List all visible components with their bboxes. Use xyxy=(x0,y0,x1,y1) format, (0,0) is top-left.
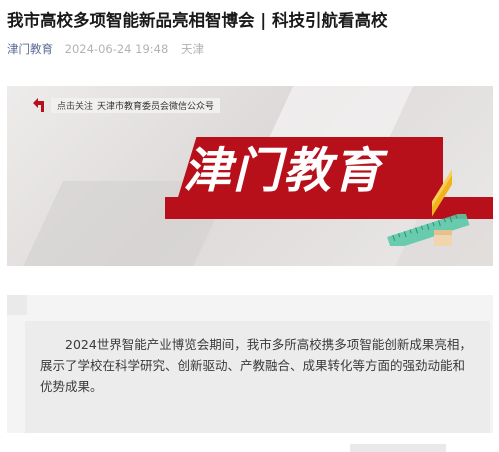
bottom-decoration xyxy=(350,444,446,452)
intro-paragraph: 2024世界智能产业博览会期间，我市多所高校携多项智能创新成果亮相，展示了学校在… xyxy=(40,337,472,394)
follow-notice[interactable]: 点击关注 天津市教育委员会微信公众号 xyxy=(31,94,253,116)
publish-date: 2024-06-24 19:48 xyxy=(64,42,169,56)
ruler-icon xyxy=(387,214,470,246)
brand-logo-text: 津门教育 xyxy=(183,143,384,199)
follow-notice-box: 点击关注 天津市教育委员会微信公众号 xyxy=(51,97,221,113)
eraser-icon xyxy=(434,230,452,246)
intro-box-corner xyxy=(7,295,27,315)
follow-notice-prefix: 点击关注 xyxy=(57,101,94,112)
article-title: 我市高校多项智能新品亮相智博会 | 科技引航看高校 xyxy=(7,11,388,30)
author-link[interactable]: 津门教育 xyxy=(7,42,53,56)
header-banner-image: 点击关注 天津市教育委员会微信公众号 津门教育 xyxy=(7,86,493,266)
publish-location: 天津 xyxy=(180,42,204,56)
follow-notice-account: 天津市教育委员会微信公众号 xyxy=(97,101,215,112)
article-meta: 津门教育 2024-06-24 19:48 天津 xyxy=(7,40,204,58)
back-arrow-icon xyxy=(33,98,44,112)
